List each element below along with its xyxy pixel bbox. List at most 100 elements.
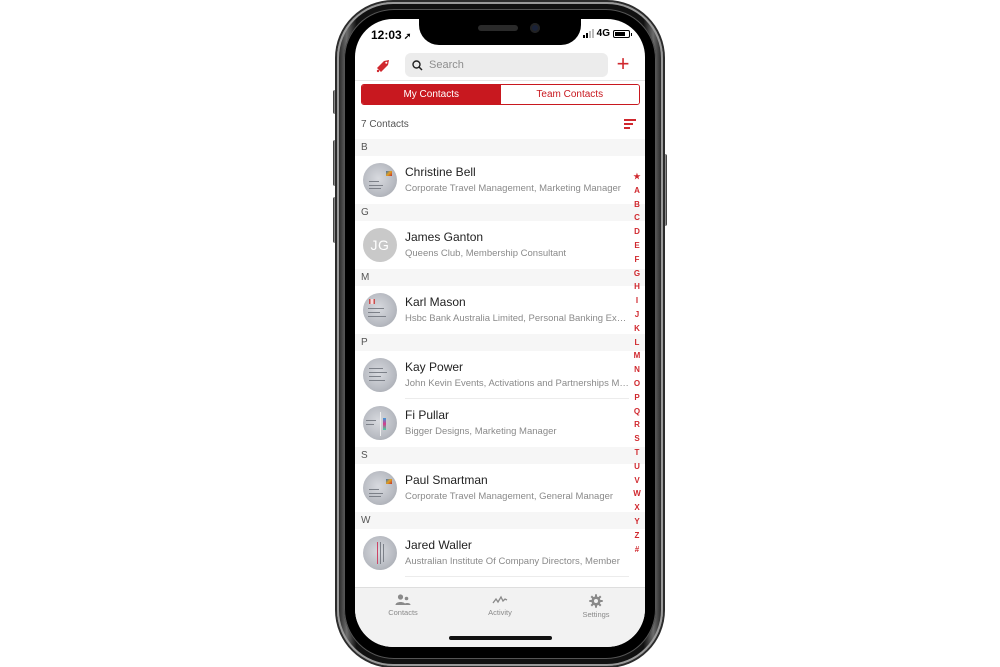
index-letter[interactable]: L <box>635 336 640 350</box>
notch <box>419 19 581 45</box>
contact-name: Fi Pullar <box>405 408 450 422</box>
index-letter[interactable]: H <box>634 280 640 294</box>
index-letter[interactable]: N <box>634 363 640 377</box>
contact-name: Jared Waller <box>405 538 472 552</box>
location-icon: ➚ <box>403 31 412 41</box>
index-letter[interactable]: V <box>634 474 639 488</box>
list-item[interactable]: Paul Smartman Corporate Travel Managemen… <box>355 464 645 512</box>
index-letter[interactable]: S <box>634 432 639 446</box>
list-header: 7 Contacts <box>355 115 645 135</box>
section-header: B <box>355 139 645 156</box>
tab-settings[interactable]: Settings <box>561 594 631 619</box>
section-header: P <box>355 334 645 351</box>
tag-icon[interactable] <box>375 58 391 74</box>
avatar <box>363 163 397 197</box>
contact-subtitle: Bigger Designs, Marketing Manager <box>405 426 557 437</box>
gear-icon <box>589 594 603 608</box>
search-input[interactable] <box>429 59 599 71</box>
contact-name: Paul Smartman <box>405 473 488 487</box>
avatar <box>363 293 397 327</box>
sort-icon[interactable] <box>624 119 636 129</box>
battery-icon <box>613 29 632 38</box>
section-header: S <box>355 447 645 464</box>
tab-label: Settings <box>582 610 610 619</box>
index-letter[interactable]: P <box>634 391 639 405</box>
avatar: JG <box>363 228 397 262</box>
index-letter[interactable]: E <box>634 239 639 253</box>
index-letter[interactable]: Z <box>635 529 640 543</box>
list-item[interactable]: JG James Ganton Queens Club, Membership … <box>355 221 645 269</box>
contact-subtitle: Hsbc Bank Australia Limited, Personal Ba… <box>405 313 630 324</box>
section-header: M <box>355 269 645 286</box>
phone-screen: 12:03➚ 4G + My Contacts Team Contacts <box>355 19 645 647</box>
index-letter[interactable]: Y <box>634 515 639 529</box>
index-letter[interactable]: I <box>636 294 638 308</box>
signal-icon <box>582 29 594 38</box>
avatar <box>363 406 397 440</box>
index-letter[interactable]: W <box>633 487 641 501</box>
avatar <box>363 471 397 505</box>
activity-icon <box>492 595 508 604</box>
index-letter[interactable]: Q <box>634 405 640 419</box>
avatar <box>363 536 397 570</box>
contacts-segmented-control: My Contacts Team Contacts <box>361 84 640 105</box>
contact-name: Kay Power <box>405 360 464 374</box>
time-text: 12:03 <box>371 28 402 42</box>
list-item[interactable]: Fi Pullar Bigger Designs, Marketing Mana… <box>355 399 645 447</box>
contact-subtitle: Corporate Travel Management, Marketing M… <box>405 183 621 194</box>
index-letter[interactable]: C <box>634 211 640 225</box>
index-letter[interactable]: B <box>634 198 640 212</box>
list-item[interactable]: Karl Mason Hsbc Bank Australia Limited, … <box>355 286 645 334</box>
alphabet-index[interactable]: ★ A B C D E F G H I J K L M N O P Q R S T U V W X Y Z # <box>631 170 643 556</box>
list-item[interactable]: Kay Power John Kevin Events, Activations… <box>355 351 645 399</box>
list-item[interactable]: Christine Bell Corporate Travel Manageme… <box>355 156 645 204</box>
index-letter[interactable]: F <box>635 253 640 267</box>
avatar <box>363 358 397 392</box>
index-letter[interactable]: M <box>634 349 641 363</box>
index-letter[interactable]: A <box>634 184 640 198</box>
index-letter[interactable]: T <box>635 446 640 460</box>
tab-bar: Contacts Activity Settings <box>355 587 645 647</box>
contact-subtitle: Corporate Travel Management, General Man… <box>405 491 614 502</box>
tab-label: Activity <box>488 608 512 617</box>
contact-list: B Christine Bell Corporate Travel Manage… <box>355 139 645 577</box>
index-letter[interactable]: R <box>634 418 640 432</box>
add-contact-button[interactable]: + <box>613 53 633 75</box>
plus-icon: + <box>616 51 630 76</box>
camera <box>530 23 540 33</box>
index-letter[interactable]: K <box>634 322 640 336</box>
contact-name: James Ganton <box>405 230 484 244</box>
people-icon <box>395 594 411 605</box>
tab-label: Contacts <box>388 608 418 617</box>
status-time: 12:03 ➚ <box>371 28 411 42</box>
index-letter[interactable]: G <box>634 267 640 281</box>
tab-contacts[interactable]: Contacts <box>368 594 438 617</box>
section-header: G <box>355 204 645 221</box>
index-letter[interactable]: # <box>635 543 639 557</box>
contact-count: 7 Contacts <box>361 119 409 130</box>
tab-my-contacts[interactable]: My Contacts <box>362 85 501 104</box>
section-header: W <box>355 512 645 529</box>
index-letter[interactable]: ★ <box>633 170 640 184</box>
contact-name: Karl Mason <box>405 295 466 309</box>
home-indicator[interactable] <box>449 636 552 640</box>
top-bar: + <box>355 52 645 80</box>
status-right: 4G <box>582 28 632 39</box>
header-divider <box>355 80 645 81</box>
contact-subtitle: Australian Institute Of Company Director… <box>405 556 620 567</box>
index-letter[interactable]: X <box>634 501 639 515</box>
search-icon <box>412 59 423 71</box>
index-letter[interactable]: U <box>634 460 640 474</box>
index-letter[interactable]: O <box>634 377 640 391</box>
contact-subtitle: John Kevin Events, Activations and Partn… <box>405 378 630 389</box>
index-letter[interactable]: D <box>634 225 640 239</box>
power-button <box>663 154 667 226</box>
contact-subtitle: Queens Club, Membership Consultant <box>405 248 567 259</box>
speaker <box>478 25 518 31</box>
network-label: 4G <box>596 28 610 39</box>
tab-activity[interactable]: Activity <box>465 594 535 617</box>
search-field[interactable] <box>405 53 608 77</box>
tab-team-contacts[interactable]: Team Contacts <box>500 85 639 104</box>
list-item[interactable]: Jared Waller Australian Institute Of Com… <box>355 529 645 577</box>
index-letter[interactable]: J <box>635 308 639 322</box>
